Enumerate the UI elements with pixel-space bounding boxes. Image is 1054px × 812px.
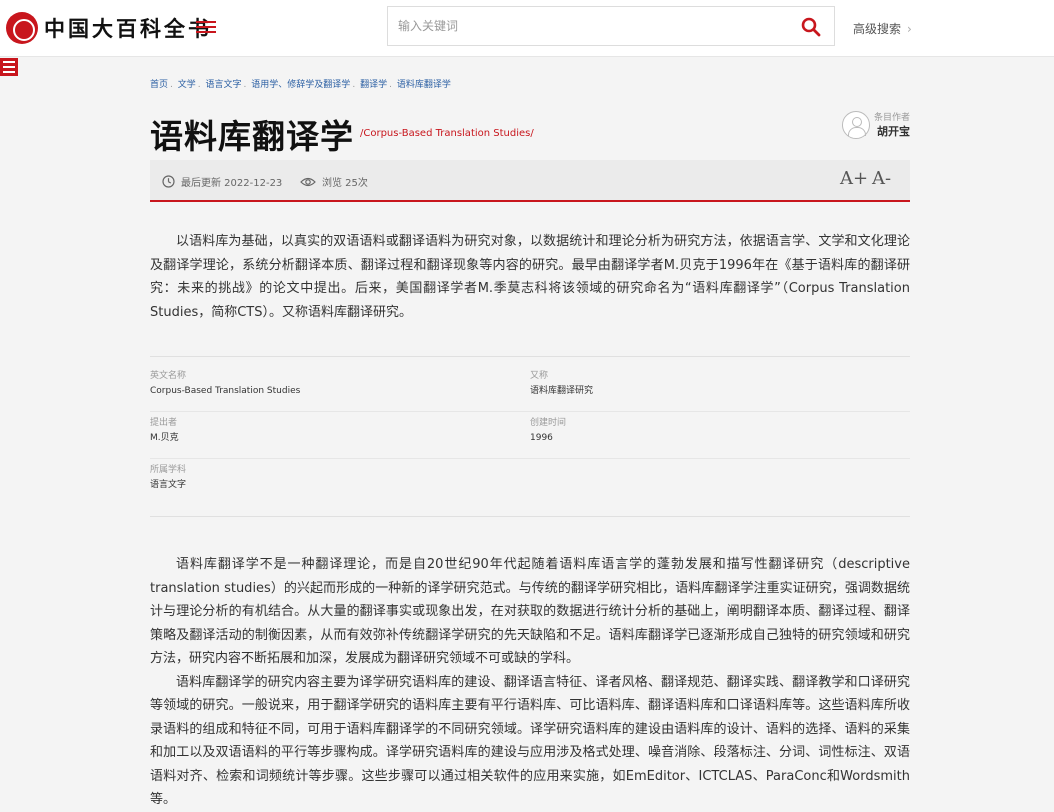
info-cell: 又称 语料库翻译研究	[530, 365, 910, 411]
info-value: 语言文字	[150, 480, 187, 490]
chevron-right-icon: ›	[907, 22, 912, 36]
author-info: 条目作者 胡开宝	[874, 110, 910, 139]
info-label: 又称	[530, 371, 549, 381]
info-row: 提出者 M.贝克 创建时间 1996	[150, 412, 910, 459]
search-input[interactable]	[388, 7, 768, 45]
advanced-search-label: 高级搜索	[853, 22, 902, 36]
info-value: M.贝克	[150, 433, 179, 443]
body-paragraph: 语料库翻译学不是一种翻译理论，而是自20世纪90年代起随着语料库语言学的蓬勃发展…	[150, 557, 910, 666]
search-icon[interactable]	[800, 16, 822, 38]
info-label: 提出者	[150, 418, 178, 428]
info-row: 英文名称 Corpus-Based Translation Studies 又称…	[150, 365, 910, 412]
info-cell: 英文名称 Corpus-Based Translation Studies	[150, 365, 530, 411]
author-avatar-icon	[841, 110, 870, 139]
page-title: 语料库翻译学	[150, 117, 354, 156]
breadcrumb-item[interactable]: 文学	[178, 80, 196, 90]
sidebar-menu-icon[interactable]	[0, 58, 18, 76]
view-count-text: 浏览 25次	[322, 178, 368, 189]
breadcrumb-separator: .	[352, 80, 356, 90]
article-body: 语料库翻译学不是一种翻译理论，而是自20世纪90年代起随着语料库语言学的蓬勃发展…	[150, 553, 910, 812]
breadcrumb-item[interactable]: 语料库翻译学	[397, 80, 451, 90]
logo-text: 中国大百科全书	[44, 16, 212, 41]
font-decrease-button[interactable]: A-	[872, 168, 891, 189]
breadcrumb-item[interactable]: 语用学、修辞学及翻译学	[251, 80, 350, 90]
breadcrumb-item[interactable]: 翻译学	[360, 80, 387, 90]
breadcrumb-separator: .	[170, 80, 173, 90]
site-logo[interactable]: 中国大百科全书	[6, 12, 212, 44]
info-cell: 创建时间 1996	[530, 412, 910, 458]
info-value: Corpus-Based Translation Studies	[150, 386, 301, 396]
english-title: /Corpus-Based Translation Studies/	[360, 128, 534, 139]
view-count: 浏览 25次	[300, 174, 368, 189]
meta-bar: 最后更新 2022-12-23 浏览 25次 A+ A-	[150, 160, 910, 202]
info-label: 英文名称	[150, 371, 187, 381]
breadcrumb: 首页. 文学. 语言文字. 语用学、修辞学及翻译学. 翻译学. 语料库翻译学	[150, 77, 910, 90]
info-value: 1996	[530, 433, 553, 443]
breadcrumb-separator: .	[243, 80, 247, 90]
info-row: 所属学科 语言文字	[150, 459, 910, 506]
article-content: 首页. 文学. 语言文字. 语用学、修辞学及翻译学. 翻译学. 语料库翻译学 语…	[150, 57, 910, 812]
info-label: 所属学科	[150, 465, 187, 475]
author-name[interactable]: 胡开宝	[874, 123, 910, 139]
breadcrumb-item[interactable]: 语言文字	[206, 80, 242, 90]
info-value: 语料库翻译研究	[530, 386, 594, 396]
font-increase-button[interactable]: A+	[840, 168, 868, 189]
last-updated-text: 最后更新 2022-12-23	[181, 178, 283, 189]
info-label: 创建时间	[530, 418, 567, 428]
logo-emblem-icon	[6, 12, 38, 44]
info-cell: 提出者 M.贝克	[150, 412, 530, 458]
search-box	[387, 6, 835, 46]
eye-icon	[300, 177, 316, 186]
clock-icon	[162, 175, 175, 188]
info-table: 英文名称 Corpus-Based Translation Studies 又称…	[150, 356, 910, 517]
breadcrumb-item[interactable]: 首页	[150, 80, 168, 90]
body-paragraph: 语料库翻译学的研究内容主要为译学研究语料库的建设、翻译语言特征、译者风格、翻译规…	[150, 674, 910, 808]
info-cell: 所属学科 语言文字	[150, 459, 530, 506]
author-block[interactable]: 条目作者 胡开宝	[841, 110, 910, 139]
title-row: 语料库翻译学 /Corpus-Based Translation Studies…	[150, 90, 910, 160]
hamburger-icon[interactable]	[196, 18, 216, 38]
breadcrumb-separator: .	[197, 80, 201, 90]
top-bar: 中国大百科全书 高级搜索 ›	[0, 0, 1054, 57]
breadcrumb-separator: .	[389, 80, 392, 90]
advanced-search-link[interactable]: 高级搜索 ›	[853, 20, 912, 37]
last-updated: 最后更新 2022-12-23	[162, 174, 282, 189]
article-intro: 以语料库为基础，以真实的双语语料或翻译语料为研究对象，以数据统计和理论分析为研究…	[150, 234, 910, 320]
author-label: 条目作者	[873, 113, 910, 123]
